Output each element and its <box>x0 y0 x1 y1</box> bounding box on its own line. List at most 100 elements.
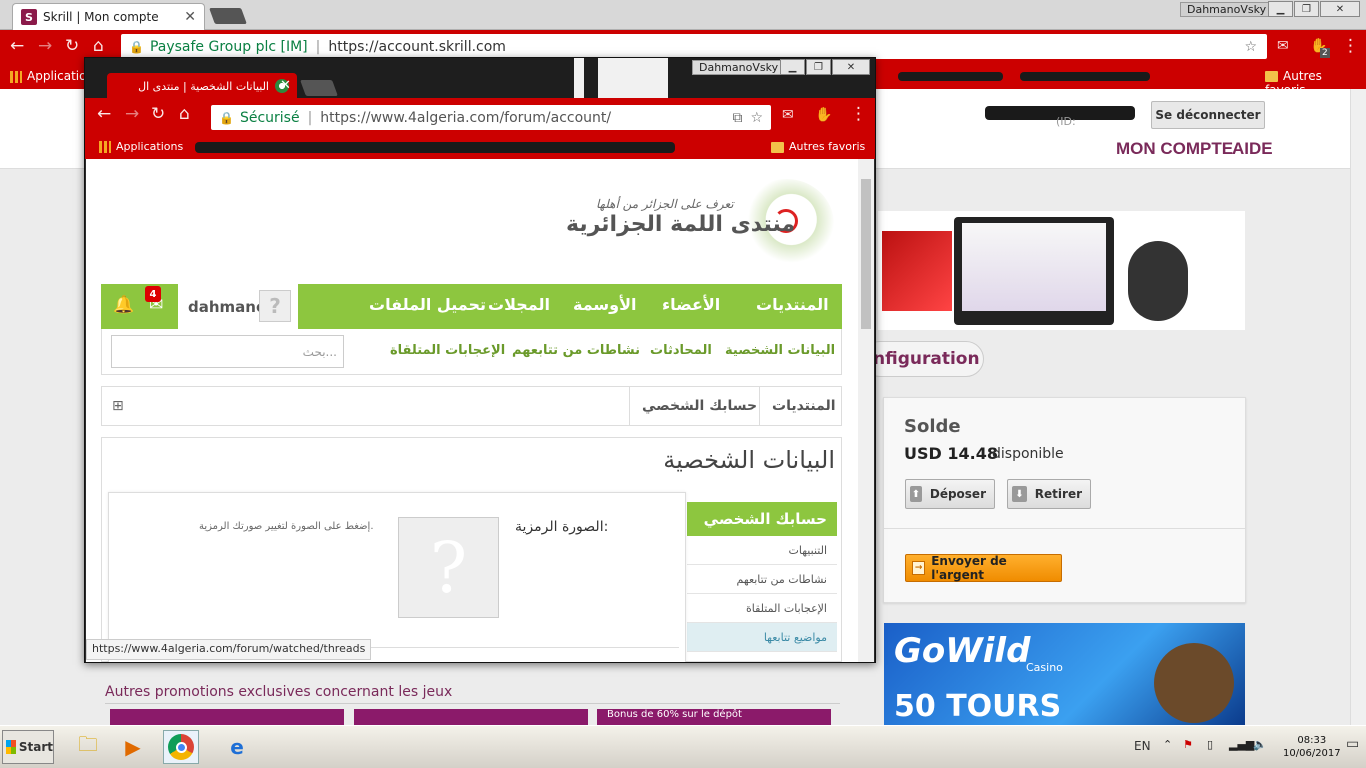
apps-grid-icon <box>99 141 111 153</box>
close-window-icon[interactable]: ✕ <box>832 59 870 75</box>
nav-downloads[interactable]: تحميل الملفات <box>369 295 486 314</box>
extension-badge: 2 <box>1320 48 1330 58</box>
crumb-separator <box>759 387 760 425</box>
subnav-personal-details[interactable]: البيانات الشخصية <box>725 343 835 358</box>
tab-skrill[interactable]: S Skrill | Mon compte ✕ <box>12 3 205 30</box>
front-tab-title: البيانات الشخصية | منتدى ال <box>138 79 269 93</box>
close-window-icon[interactable]: ✕ <box>1320 1 1360 17</box>
withdraw-arrow-icon: ⬇ <box>1012 486 1027 502</box>
apps-bookmark[interactable]: Applications <box>99 140 183 153</box>
new-tab-button[interactable] <box>209 8 247 24</box>
minimize-icon[interactable]: ▁ <box>780 59 805 75</box>
internet-explorer-icon[interactable]: e <box>219 730 255 764</box>
bell-icon[interactable]: 🔔 <box>113 295 134 315</box>
restore-icon[interactable]: ❐ <box>806 59 831 75</box>
menu-icon[interactable]: ⋮ <box>1342 36 1359 56</box>
sidebar-item-watched-threads[interactable]: مواضيع تتابعها <box>687 623 837 652</box>
address-url: https://www.4algeria.com/forum/account/ <box>320 109 612 126</box>
laptop-image <box>954 217 1114 325</box>
subnav-following-activity[interactable]: نشاطات من تتابعهم <box>512 343 640 358</box>
star-icon[interactable]: ☆ <box>1244 39 1257 55</box>
nav-help[interactable]: AIDE <box>1232 139 1273 159</box>
star-icon[interactable]: ☆ <box>750 110 763 126</box>
sidebar-item-alerts[interactable]: التنبيهات <box>687 536 837 565</box>
media-player-icon[interactable]: ▶ <box>115 730 151 764</box>
promo-title: Autres promotions exclusives concernant … <box>105 684 453 700</box>
restore-icon[interactable]: ❐ <box>1294 1 1319 17</box>
games-banner-ad[interactable] <box>878 211 1245 330</box>
nav-my-account[interactable]: MON COMPTE <box>1116 139 1233 159</box>
window-edge <box>598 58 668 98</box>
breadcrumb-forums[interactable]: المنتديات <box>772 398 836 414</box>
home-icon[interactable]: ⌂ <box>179 104 190 124</box>
promo-tile[interactable]: Bonus de 60% sur le dépôt <box>597 709 831 725</box>
language-indicator[interactable]: EN <box>1134 739 1151 753</box>
explorer-icon[interactable]: 🗀 <box>70 730 106 764</box>
action-center-icon[interactable]: ⚑ <box>1183 738 1193 751</box>
withdraw-button[interactable]: ⬇ Retirer <box>1007 479 1091 509</box>
menu-icon[interactable]: ⋮ <box>850 104 867 124</box>
start-button[interactable]: Start <box>2 730 54 764</box>
tab-forum[interactable]: البيانات الشخصية | منتدى ال <box>107 73 297 99</box>
address-separator: | <box>315 38 321 55</box>
chrome-icon[interactable] <box>163 730 199 764</box>
gmail-icon[interactable]: ✉ <box>782 107 794 123</box>
avatar-placeholder[interactable]: ? <box>398 517 499 618</box>
extension-icon[interactable]: ✋ <box>815 107 832 123</box>
skrill-favicon-icon: S <box>21 9 37 25</box>
forward-icon[interactable]: → <box>125 104 139 124</box>
network-icon[interactable]: ▂▄▆ <box>1229 738 1254 751</box>
mail-icon[interactable]: ✉ 4 <box>145 286 163 315</box>
sidebar-item-likes-received[interactable]: الإعجابات المتلقاة <box>687 594 837 623</box>
user-menu[interactable]: dahmano ? <box>178 284 298 329</box>
send-money-button[interactable]: → Envoyer de l'argent <box>905 554 1062 582</box>
back-icon[interactable]: ← <box>10 36 24 56</box>
battery-icon[interactable]: ▯ <box>1207 738 1213 751</box>
home-icon[interactable]: ⌂ <box>93 36 104 56</box>
clock[interactable]: 08:33 10/06/2017 <box>1283 734 1341 760</box>
search-input[interactable]: بحث... <box>111 335 344 368</box>
breadcrumb-account[interactable]: حسابك الشخصي <box>642 398 757 414</box>
balance-card: Solde USD 14.48 disponible ⬆ Déposer ⬇ R… <box>883 397 1246 603</box>
breadcrumb: ⊞ حسابك الشخصي المنتديات <box>101 386 842 426</box>
subnav-conversations[interactable]: المحادثات <box>650 343 712 358</box>
sidebar-item-following-activity[interactable]: نشاطات من تتابعهم <box>687 565 837 594</box>
promo-tile[interactable] <box>354 709 588 725</box>
page-scrollbar[interactable] <box>1350 89 1366 725</box>
subnav-likes-received[interactable]: الإعجابات المتلقاة <box>390 343 505 358</box>
forum-scrollbar[interactable] <box>858 159 874 662</box>
gmail-icon[interactable]: ✉ <box>1277 38 1289 54</box>
nav-badges[interactable]: الأوسمة <box>573 295 637 314</box>
close-icon[interactable]: ✕ <box>184 9 196 25</box>
nav-members[interactable]: الأعضاء <box>662 295 720 314</box>
gowild-tours: 50 TOURS <box>894 689 1062 724</box>
scrollbar-thumb[interactable] <box>861 179 871 329</box>
gowild-casino-ad[interactable]: GoWild Casino 50 TOURS <box>884 623 1245 725</box>
address-bar[interactable]: 🔒 Sécurisé | https://www.4algeria.com/fo… <box>211 105 771 130</box>
promo-tile[interactable] <box>110 709 344 725</box>
logout-button[interactable]: Se déconnecter <box>1151 101 1265 129</box>
folder-icon <box>1265 71 1278 82</box>
deposit-button[interactable]: ⬆ Déposer <box>905 479 995 509</box>
redaction-scribble <box>898 72 1003 81</box>
crumb-separator <box>629 387 630 425</box>
address-bar[interactable]: 🔒 Paysafe Group plc [IM] | https://accou… <box>121 34 1267 59</box>
back-icon[interactable]: ← <box>97 104 111 124</box>
reload-icon[interactable]: ↻ <box>65 36 79 56</box>
translate-icon[interactable]: ⧉ <box>732 110 742 126</box>
nav-magazines[interactable]: المجلات <box>488 295 550 314</box>
reload-icon[interactable]: ↻ <box>151 104 165 124</box>
nav-forums[interactable]: المنتديات <box>756 295 829 314</box>
sitemap-icon[interactable]: ⊞ <box>112 398 124 414</box>
close-icon[interactable]: ✕ <box>280 78 291 93</box>
minimize-icon[interactable]: ▁ <box>1268 1 1293 17</box>
show-desktop-icon[interactable]: ▭ <box>1346 736 1359 752</box>
configuration-tab[interactable]: nfiguration <box>862 341 984 377</box>
forward-icon[interactable]: → <box>38 36 52 56</box>
new-tab-button[interactable] <box>300 80 338 96</box>
volume-icon[interactable]: 🔈 <box>1253 738 1267 751</box>
forum-sub-nav: بحث... الإعجابات المتلقاة نشاطات من تتاب… <box>101 329 842 375</box>
other-bookmarks[interactable]: Autres favoris <box>771 140 865 153</box>
show-hidden-icon[interactable]: ⌃ <box>1163 738 1172 751</box>
balance-amount: USD 14.48 <box>904 444 998 463</box>
